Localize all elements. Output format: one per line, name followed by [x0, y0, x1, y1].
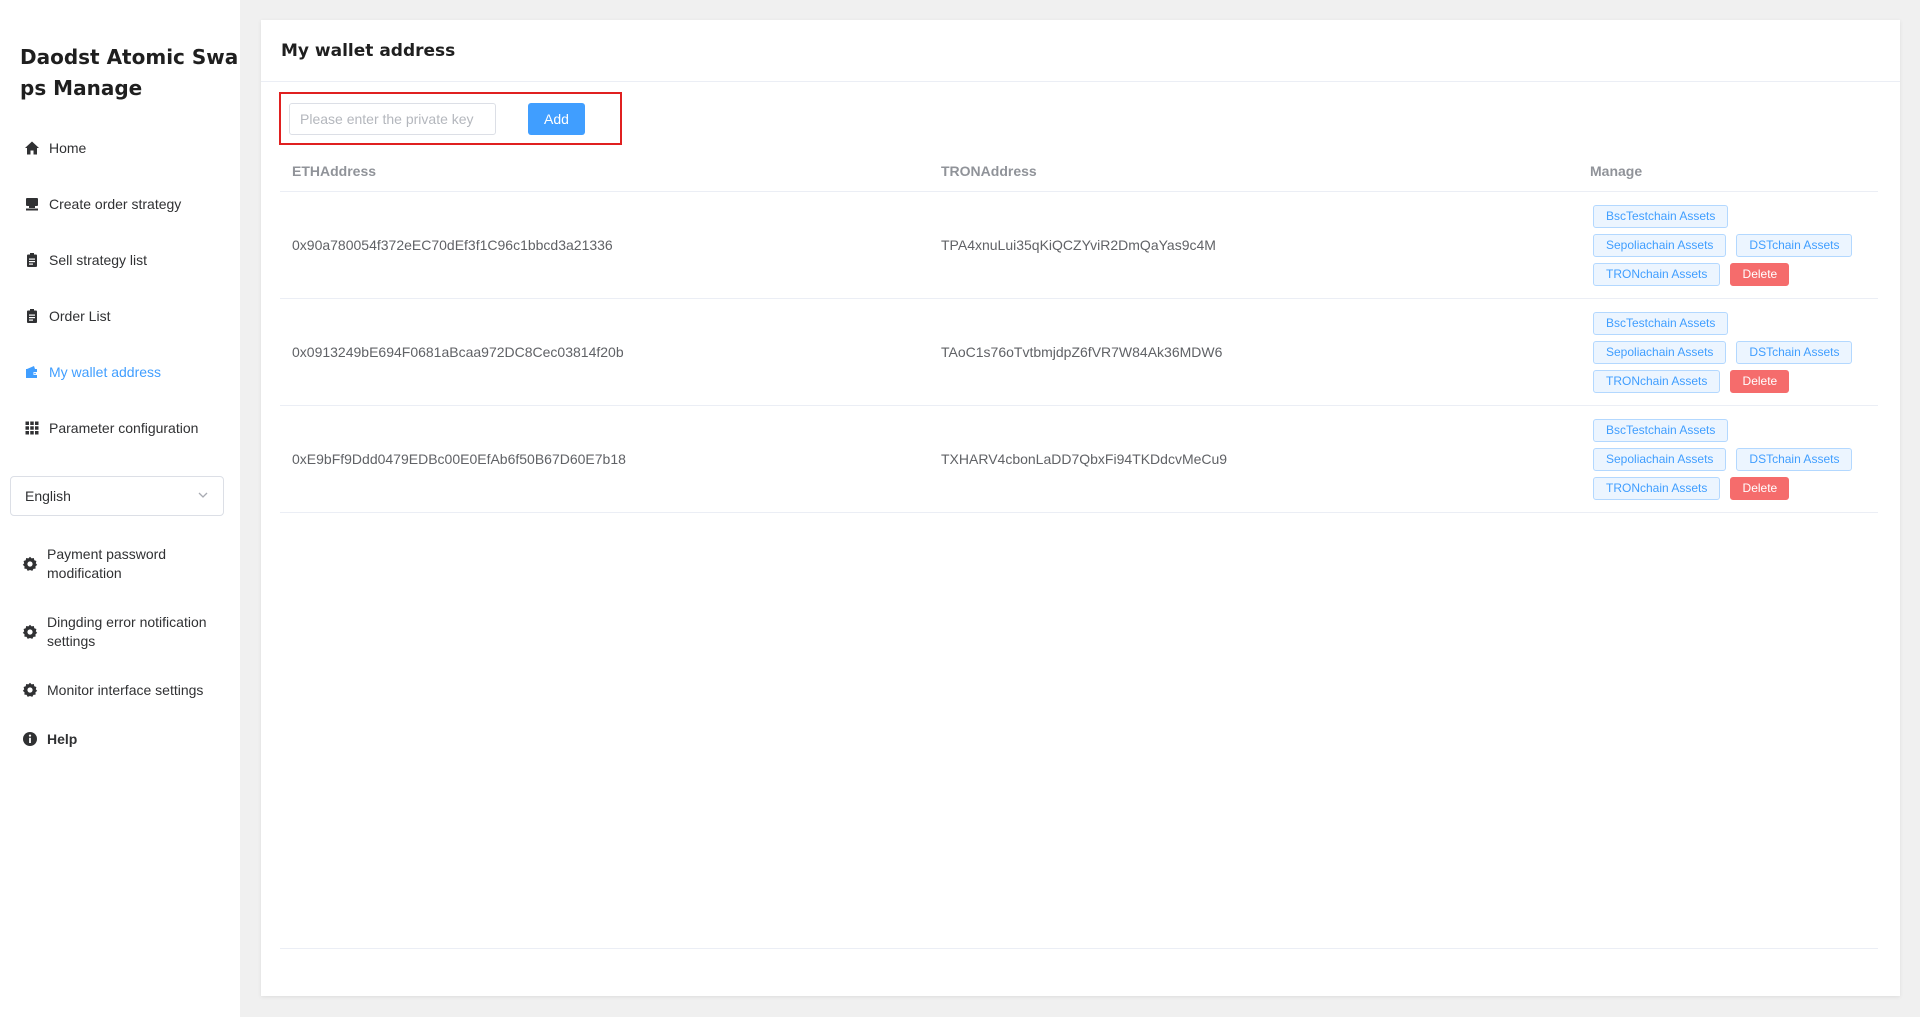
sidebar-item-order-list[interactable]: Order List: [0, 288, 240, 344]
manage-cell: BscTestchain Assets Sepoliachain Assets …: [1578, 416, 1878, 503]
sidebar-item-label: Create order strategy: [49, 196, 182, 212]
sepoliachain-assets-button[interactable]: Sepoliachain Assets: [1593, 447, 1727, 471]
private-key-input[interactable]: [289, 103, 496, 135]
settings-item-dingding-notification[interactable]: Dingding error notification settings: [0, 608, 240, 656]
manage-cell: BscTestchain Assets Sepoliachain Assets …: [1578, 202, 1878, 289]
app-title: Daodst Atomic Swaps Manage: [20, 45, 239, 100]
gear-icon: [22, 624, 38, 640]
wallet-card: My wallet address Add ETHAddress TRONAdd…: [261, 20, 1900, 996]
tronchain-assets-button[interactable]: TRONchain Assets: [1593, 369, 1721, 393]
tronchain-assets-button[interactable]: TRONchain Assets: [1593, 262, 1721, 286]
help-link[interactable]: Help: [0, 725, 240, 753]
page-title: My wallet address: [281, 40, 456, 61]
delete-button[interactable]: Delete: [1730, 262, 1790, 286]
bsc-testchain-assets-button[interactable]: BscTestchain Assets: [1593, 204, 1729, 228]
sidebar-item-label: My wallet address: [49, 364, 162, 380]
sidebar-item-home[interactable]: Home: [0, 120, 240, 176]
card-header: My wallet address: [261, 20, 1900, 82]
grid-icon: [24, 420, 40, 436]
sidebar-item-label: Sell strategy list: [49, 252, 148, 268]
wallet-table: ETHAddress TRONAddress Manage 0x90a78005…: [280, 150, 1878, 513]
dstchain-assets-button[interactable]: DSTchain Assets: [1736, 233, 1853, 257]
delete-button[interactable]: Delete: [1730, 369, 1790, 393]
tron-address: TXHARV4cbonLaDD7QbxFi94TKDdcvMeCu9: [941, 451, 1228, 467]
sidebar: Daodst Atomic Swaps Manage Home Create o…: [0, 0, 240, 1017]
sidebar-nav: Home Create order strategy Sell strategy…: [0, 120, 240, 456]
settings-item-label: Monitor interface settings: [47, 681, 204, 698]
help-label: Help: [47, 730, 78, 747]
column-header-manage: Manage: [1590, 162, 1643, 179]
home-icon: [24, 140, 40, 156]
language-select[interactable]: English: [10, 476, 224, 516]
table-row: 0x90a780054f372eEC70dEf3f1C96c1bbcd3a213…: [280, 192, 1878, 299]
sidebar-item-label: Home: [49, 140, 87, 156]
column-header-eth: ETHAddress: [292, 162, 377, 179]
sidebar-item-create-order-strategy[interactable]: Create order strategy: [0, 176, 240, 232]
column-header-tron: TRONAddress: [941, 162, 1037, 179]
table-header: ETHAddress TRONAddress Manage: [280, 150, 1878, 192]
gear-icon: [22, 682, 38, 698]
tron-address: TPA4xnuLui35qKiQCZYviR2DmQaYas9c4M: [941, 237, 1216, 253]
settings-item-payment-password[interactable]: Payment password modification: [0, 540, 240, 588]
sidebar-item-label: Order List: [49, 308, 111, 324]
settings-item-label: Payment password modification: [47, 546, 167, 581]
sidebar-item-label: Parameter configuration: [49, 420, 199, 436]
table-row: 0xE9bFf9Ddd0479EDBc00E0EfAb6f50B67D60E7b…: [280, 406, 1878, 513]
stamp-icon: [24, 196, 40, 212]
sidebar-item-sell-strategy-list[interactable]: Sell strategy list: [0, 232, 240, 288]
dstchain-assets-button[interactable]: DSTchain Assets: [1736, 340, 1853, 364]
manage-cell: BscTestchain Assets Sepoliachain Assets …: [1578, 309, 1878, 396]
tronchain-assets-button[interactable]: TRONchain Assets: [1593, 476, 1721, 500]
settings-menu: Payment password modification Dingding e…: [0, 540, 240, 753]
settings-item-monitor-interface[interactable]: Monitor interface settings: [0, 676, 240, 704]
delete-button[interactable]: Delete: [1730, 476, 1790, 500]
sidebar-item-parameter-configuration[interactable]: Parameter configuration: [0, 400, 240, 456]
eth-address: 0x0913249bE694F0681aBcaa972DC8Cec03814f2…: [292, 344, 624, 360]
eth-address: 0xE9bFf9Ddd0479EDBc00E0EfAb6f50B67D60E7b…: [292, 451, 626, 467]
chevron-down-icon: [197, 488, 209, 504]
language-select-value: English: [25, 488, 71, 504]
table-bottom-divider: [280, 948, 1878, 949]
sidebar-item-my-wallet-address[interactable]: My wallet address: [0, 344, 240, 400]
info-icon: [22, 731, 38, 747]
wallet-icon: [24, 364, 40, 380]
clipboard-icon: [24, 252, 40, 268]
dstchain-assets-button[interactable]: DSTchain Assets: [1736, 447, 1853, 471]
add-wallet-form: Add: [279, 92, 622, 145]
add-button[interactable]: Add: [528, 103, 585, 135]
bsc-testchain-assets-button[interactable]: BscTestchain Assets: [1593, 418, 1729, 442]
bsc-testchain-assets-button[interactable]: BscTestchain Assets: [1593, 311, 1729, 335]
eth-address: 0x90a780054f372eEC70dEf3f1C96c1bbcd3a213…: [292, 237, 613, 253]
settings-item-label: Dingding error notification settings: [47, 614, 207, 649]
sepoliachain-assets-button[interactable]: Sepoliachain Assets: [1593, 340, 1727, 364]
sepoliachain-assets-button[interactable]: Sepoliachain Assets: [1593, 233, 1727, 257]
clipboard-icon: [24, 308, 40, 324]
tron-address: TAoC1s76oTvtbmjdpZ6fVR7W84Ak36MDW6: [941, 344, 1223, 360]
table-row: 0x0913249bE694F0681aBcaa972DC8Cec03814f2…: [280, 299, 1878, 406]
gear-icon: [22, 556, 38, 572]
